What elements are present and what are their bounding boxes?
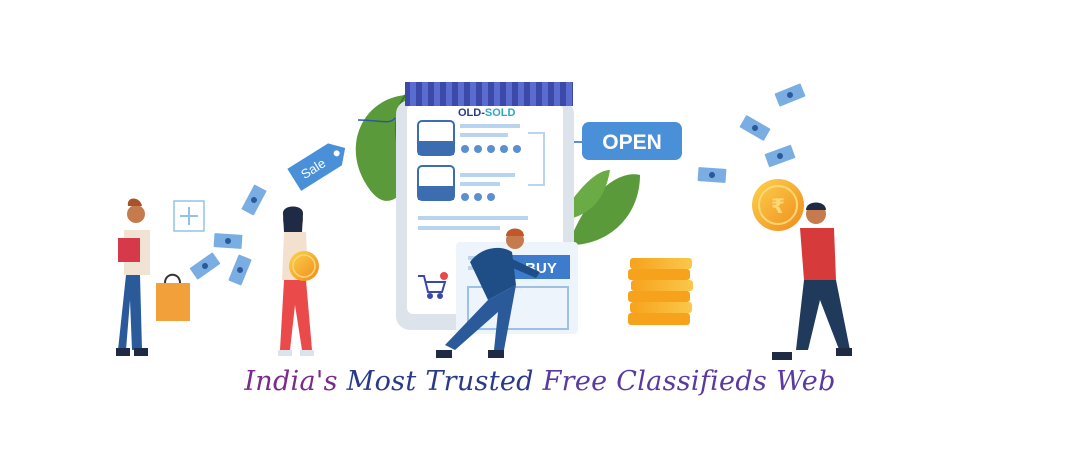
store-awning xyxy=(405,82,573,106)
man-with-coin: ₹ xyxy=(752,179,852,360)
open-sign-label: OPEN xyxy=(602,131,662,154)
plus-icon[interactable] xyxy=(173,200,205,232)
tagline-part-1: India's xyxy=(244,366,347,397)
tagline: India's Most Trusted Free Classifieds We… xyxy=(0,366,1080,397)
tagline-part-2: Most Trusted xyxy=(346,366,543,397)
cart-badge xyxy=(440,272,448,280)
coin-stack xyxy=(628,258,693,325)
brand-sold: SOLD xyxy=(485,107,516,119)
leaf-right xyxy=(565,170,640,245)
woman-with-coin xyxy=(278,206,319,356)
tagline-part-3: Free Classifieds Web xyxy=(542,366,836,397)
rating-hearts-2 xyxy=(461,193,495,201)
coin-symbol: ₹ xyxy=(771,194,785,218)
open-sign: OPEN xyxy=(574,122,682,160)
store-brand: OLD-SOLD xyxy=(458,107,516,119)
brand-old: OLD xyxy=(458,107,481,119)
woman-with-bags xyxy=(116,198,190,356)
